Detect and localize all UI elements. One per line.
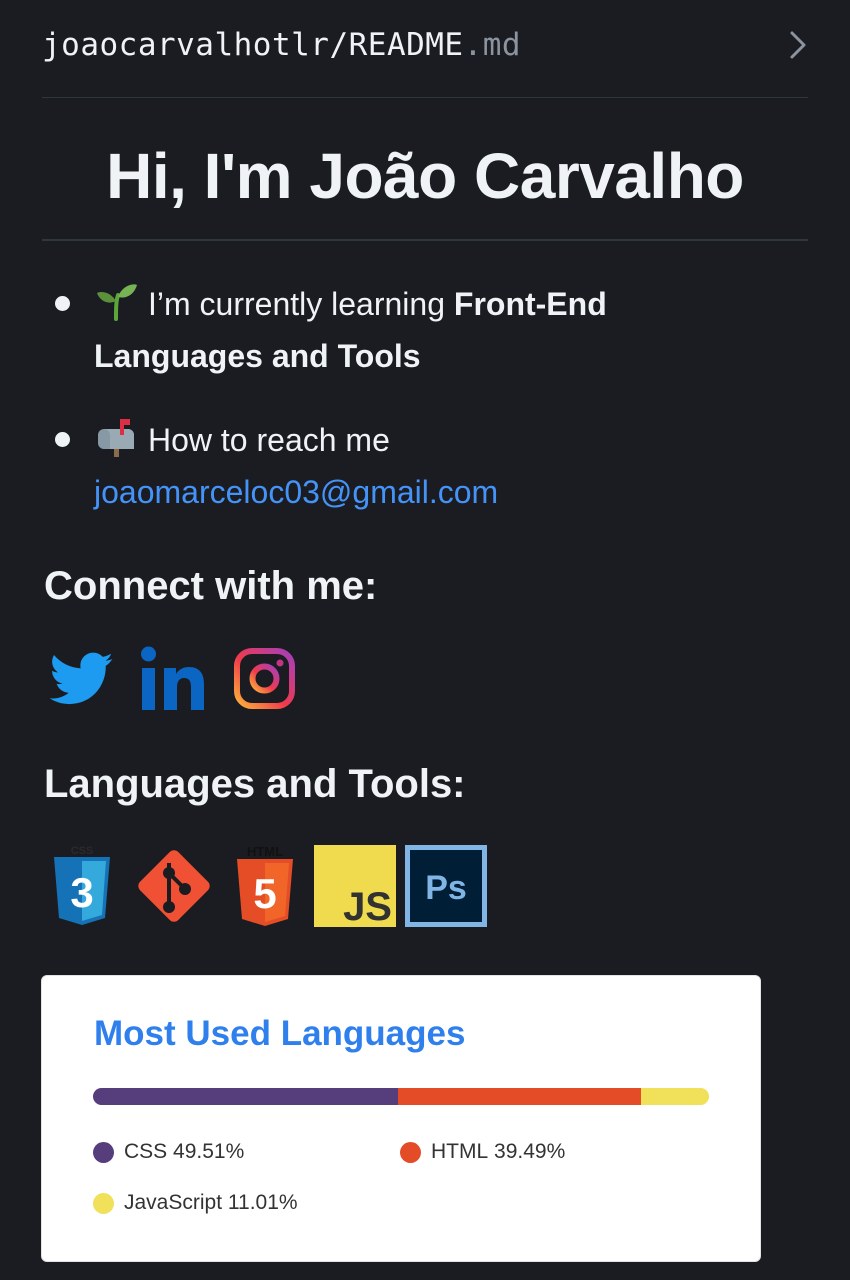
twitter-icon[interactable] <box>50 652 114 706</box>
file-header: joaocarvalhotlr/README.md <box>42 0 808 98</box>
legend-item-javascript: JavaScript 11.01% <box>93 1191 298 1215</box>
legend-swatch-javascript <box>93 1192 114 1214</box>
bar-segment-html <box>397 1088 642 1105</box>
legend-item-css: CSS 49.51% <box>93 1140 244 1164</box>
instagram-icon[interactable] <box>233 647 296 710</box>
photoshop-icon: Ps <box>405 845 487 927</box>
bar-segment-javascript <box>641 1088 709 1105</box>
bar-segment-css <box>93 1088 398 1105</box>
file-path-name: joaocarvalhotlr/README <box>42 27 464 63</box>
legend-name-css: CSS <box>124 1140 168 1163</box>
seedling-icon <box>97 284 137 321</box>
javascript-glyph: JS <box>343 885 392 927</box>
most-used-languages-card: Most Used Languages CSS 49.51% HTML 39.4… <box>41 975 761 1262</box>
legend-percent-html: 39.49% <box>494 1140 566 1163</box>
file-extension: .md <box>463 27 522 63</box>
tools-heading: Languages and Tools: <box>44 762 466 806</box>
legend-percent-javascript: 11.01% <box>227 1191 298 1214</box>
legend-swatch-css <box>93 1141 114 1163</box>
contact-text: How to reach me <box>148 422 390 458</box>
photoshop-glyph: Ps <box>425 869 467 907</box>
legend-swatch-html <box>400 1141 421 1163</box>
file-path[interactable]: joaocarvalhotlr/README.md <box>42 27 521 63</box>
html5-label: HTML <box>247 845 283 859</box>
legend-name-html: HTML <box>431 1140 489 1163</box>
html5-icon: HTML 5 <box>237 845 293 926</box>
html5-glyph: 5 <box>253 870 276 917</box>
css3-icon: CSS 3 <box>54 845 110 925</box>
list-item-learning: I’m currently learning Front-End Languag… <box>55 278 775 382</box>
git-icon <box>138 850 210 922</box>
css3-label: CSS <box>71 845 94 857</box>
connect-heading: Connect with me: <box>44 564 378 608</box>
bullet-dot <box>55 296 70 311</box>
legend-item-html: HTML 39.49% <box>400 1140 565 1164</box>
intro-list: I’m currently learning Front-End Languag… <box>55 278 775 518</box>
legend-percent-css: 49.51% <box>173 1140 245 1163</box>
css3-glyph: 3 <box>70 869 93 916</box>
page-title: Hi, I'm João Carvalho <box>42 138 808 241</box>
legend-name-javascript: JavaScript <box>124 1191 223 1214</box>
email-link[interactable]: joaomarceloc03@gmail.com <box>94 474 498 510</box>
learning-text: I’m currently learning <box>148 286 454 322</box>
linkedin-icon[interactable] <box>141 646 207 712</box>
languages-progress-bar <box>93 1088 709 1105</box>
mailbox-icon <box>98 419 134 457</box>
javascript-icon: JS <box>314 845 396 927</box>
chevron-right-icon[interactable] <box>788 30 808 60</box>
list-item-contact: How to reach me joaomarceloc03@gmail.com <box>55 414 775 518</box>
card-title: Most Used Languages <box>94 1014 466 1053</box>
bullet-dot <box>55 432 70 447</box>
